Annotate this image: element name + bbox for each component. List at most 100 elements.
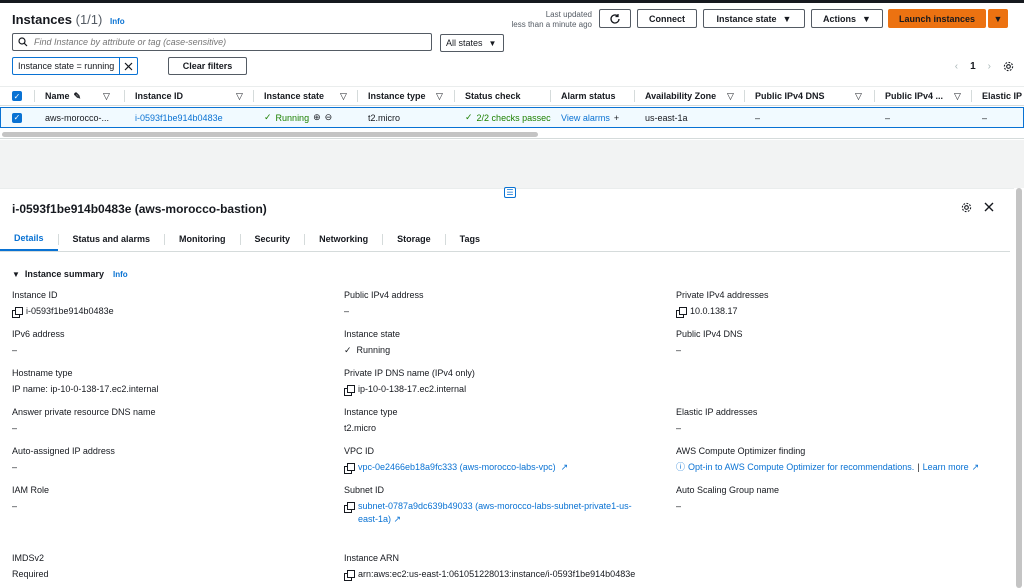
table-header: ✓ Name ✎ ▽ Instance ID ▽ Instance state ▽… [0, 86, 1024, 106]
pencil-icon: ✎ [73, 90, 82, 101]
subnet-link[interactable]: subnet-0787a9dc639b49033 (aws-morocco-la… [358, 500, 632, 513]
tab-monitoring[interactable]: Monitoring [165, 227, 240, 251]
col-elastic-ip[interactable]: Elastic IP [982, 91, 1022, 101]
refresh-button[interactable] [599, 9, 631, 28]
tab-networking[interactable]: Networking [305, 227, 382, 251]
zoom-out-icon[interactable]: ⊖ [325, 112, 333, 123]
learn-more-link[interactable]: Learn more [923, 461, 969, 474]
close-icon[interactable] [984, 202, 994, 212]
field-label: Elastic IP addresses [676, 407, 758, 417]
field-value: – [676, 345, 682, 355]
remove-filter-button[interactable] [120, 58, 137, 74]
copy-icon[interactable] [12, 307, 23, 318]
horizontal-scrollbar[interactable] [2, 132, 538, 137]
field-hostname-type: Hostname type IP name: ip-10-0-138-17.ec… [12, 368, 332, 396]
field-label: Private IPv4 addresses [676, 290, 769, 300]
launch-instances-button[interactable]: Launch instances [888, 9, 986, 28]
chevron-right-icon[interactable]: › [988, 61, 991, 72]
refresh-icon [610, 13, 620, 24]
field-label: Auto Scaling Group name [676, 485, 780, 495]
search-input[interactable] [34, 37, 414, 47]
col-status-check[interactable]: Status check [465, 91, 521, 101]
instances-header: Instances (1/1) Info Last updated less t… [0, 3, 1024, 139]
copy-icon[interactable] [344, 385, 355, 396]
gear-icon[interactable] [1003, 61, 1014, 72]
tab-details[interactable]: Details [0, 227, 58, 251]
pagination: ‹ 1 › [955, 61, 1014, 72]
copy-icon[interactable] [344, 570, 355, 581]
sort-icon[interactable]: ▽ [103, 91, 110, 102]
copy-icon[interactable] [676, 307, 687, 318]
col-public-ipv4-dns[interactable]: Public IPv4 DNS [755, 91, 825, 101]
field-instance-state: Instance state ✓ Running [344, 329, 664, 357]
field-label: Public IPv4 address [344, 290, 424, 300]
sort-icon[interactable]: ▽ [855, 91, 862, 102]
sort-icon[interactable]: ▽ [954, 91, 961, 102]
tab-tags[interactable]: Tags [446, 227, 494, 251]
field-value: 10.0.138.17 [690, 306, 738, 316]
row-ipv4: – [885, 112, 891, 123]
zoom-in-icon[interactable]: ⊕ [313, 112, 321, 123]
field-value: t2.micro [344, 423, 377, 433]
gear-icon[interactable] [961, 202, 972, 213]
page-number[interactable]: 1 [970, 61, 976, 72]
chevron-left-icon[interactable]: ‹ [955, 61, 958, 72]
clear-filters-button[interactable]: Clear filters [168, 57, 247, 75]
subnet-link-cont[interactable]: east-1a) [358, 514, 391, 524]
view-alarms-link[interactable]: View alarms + [561, 113, 619, 123]
states-select[interactable]: All states ▼ [440, 34, 504, 52]
sort-icon[interactable]: ▽ [340, 91, 347, 102]
col-public-ipv4[interactable]: Public IPv4 ... [885, 91, 943, 101]
plus-icon: + [613, 112, 620, 123]
search-box[interactable] [12, 33, 432, 51]
field-private-ip-dns: Private IP DNS name (IPv4 only) ip-10-0-… [344, 368, 664, 396]
col-instance-type[interactable]: Instance type [368, 91, 426, 101]
select-all-checkbox[interactable]: ✓ [12, 91, 22, 101]
title-text: Instances [12, 12, 72, 27]
instance-state-button[interactable]: Instance state ▼ [703, 9, 805, 28]
instance-summary-header[interactable]: ▼ Instance summary Info [12, 269, 128, 279]
tab-storage[interactable]: Storage [383, 227, 445, 251]
col-name[interactable]: Name ✎ [45, 91, 81, 102]
copy-icon[interactable] [344, 502, 355, 513]
row-status: ✓ 2/2 checks passec [465, 112, 551, 123]
col-availability-zone[interactable]: Availability Zone [645, 91, 716, 101]
instance-state-label: Instance state [716, 13, 777, 24]
check-circle-icon: ✓ [264, 112, 272, 122]
row-instance-id[interactable]: i-0593f1be914b0483e [135, 113, 223, 123]
vpc-link[interactable]: vpc-0e2466eb18a9fc333 (aws-morocco-labs-… [358, 461, 556, 474]
col-alarm-status[interactable]: Alarm status [561, 91, 616, 101]
connect-button[interactable]: Connect [637, 9, 697, 28]
caret-down-icon: ▼ [782, 13, 792, 24]
row-dns: – [755, 112, 761, 123]
field-value: arn:aws:ec2:us-east-1:061051228013:insta… [358, 569, 636, 579]
launch-dropdown-button[interactable]: ▼ [988, 9, 1008, 28]
instance-count: (1/1) [75, 12, 103, 27]
vertical-scrollbar[interactable] [1016, 188, 1022, 588]
row-name: aws-morocco-... [45, 112, 110, 123]
field-imdsv2: IMDSv2 Required [12, 553, 332, 581]
row-checkbox[interactable]: ✓ [12, 112, 22, 123]
field-iam-role: IAM Role – [12, 485, 332, 513]
info-link[interactable]: Info [113, 270, 128, 279]
field-value: Required [12, 569, 49, 579]
info-link[interactable]: Info [110, 17, 125, 26]
sort-icon[interactable]: ▽ [727, 91, 734, 102]
field-value: – [12, 501, 18, 511]
copy-icon[interactable] [344, 463, 355, 474]
sort-icon[interactable]: ▽ [236, 91, 243, 102]
tab-security[interactable]: Security [241, 227, 305, 251]
tab-status-and-alarms[interactable]: Status and alarms [59, 227, 165, 251]
col-instance-state[interactable]: Instance state [264, 91, 324, 101]
drag-handle-icon[interactable]: ☰ [504, 187, 516, 198]
table-row[interactable]: ✓ aws-morocco-... i-0593f1be914b0483e ✓ … [0, 107, 1024, 128]
sort-icon[interactable]: ▽ [436, 91, 443, 102]
actions-button[interactable]: Actions ▼ [811, 9, 883, 28]
field-label: Instance ARN [344, 553, 400, 563]
col-instance-id[interactable]: Instance ID [135, 91, 183, 101]
opt-in-link[interactable]: Opt-in to AWS Compute Optimizer for reco… [688, 461, 914, 474]
field-answer-private-dns: Answer private resource DNS name – [12, 407, 332, 435]
close-icon [124, 62, 133, 70]
external-link-icon: ↗ [971, 462, 980, 472]
field-label: Auto-assigned IP address [12, 446, 115, 456]
